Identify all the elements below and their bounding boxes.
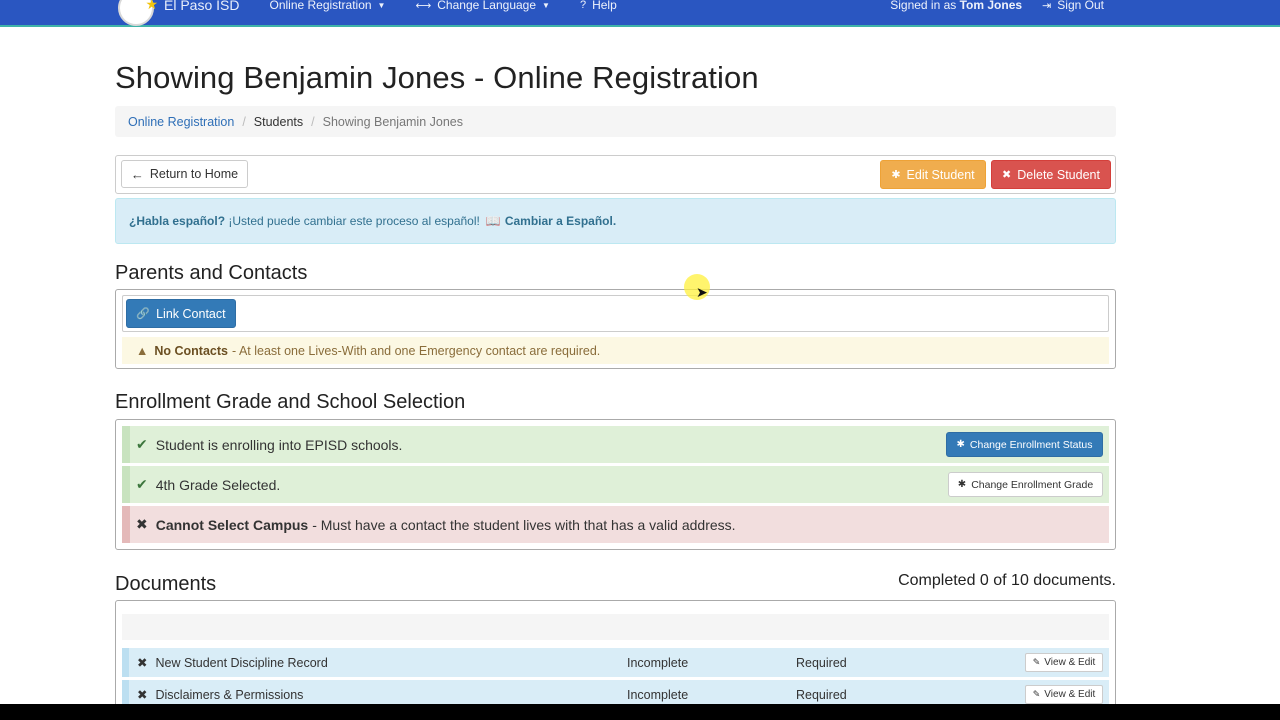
page-title: Showing Benjamin Jones - Online Registra… (115, 60, 759, 95)
gear-icon: ✱ (957, 479, 967, 490)
document-name-cell: ✖ New Student Discipline Record (137, 648, 328, 677)
breadcrumb-separator: / (242, 114, 246, 129)
view-edit-button[interactable]: ✎ View & Edit (1025, 653, 1103, 672)
contacts-panel: 🔗 Link Contact ▲ No Contacts - At least … (115, 289, 1116, 369)
no-contacts-text: - At least one Lives-With and one Emerge… (232, 343, 601, 358)
document-row: ✖ New Student Discipline Record Incomple… (122, 648, 1109, 677)
video-bottom-bar (0, 704, 1280, 720)
language-icon: ⟷ (415, 0, 432, 12)
language-alert-text: ¡Usted puede cambiar este proceso al esp… (228, 214, 480, 228)
arrow-left-icon: ← (130, 166, 144, 182)
sign-out-label: Sign Out (1057, 0, 1104, 12)
warning-icon: ▲ (136, 343, 149, 358)
documents-table-header (122, 614, 1109, 640)
enrollment-status-text: Student is enrolling into EPISD schools. (155, 436, 403, 453)
enrollment-status-row: ✔ Student is enrolling into EPISD school… (122, 426, 1109, 463)
sign-out-icon: ⇥ (1042, 0, 1052, 12)
pencil-icon: ✎ (1032, 657, 1041, 667)
link-icon: 🔗 (136, 308, 151, 320)
documents-heading: Documents (115, 573, 217, 595)
view-edit-label: View & Edit (1044, 689, 1096, 700)
return-home-button[interactable]: ← Return to Home (121, 160, 248, 188)
top-navbar: ★ El Paso ISD Online Registration ▼ ⟷ Ch… (0, 0, 1280, 27)
district-logo: ★ (118, 0, 158, 26)
navbar-right: Signed in as Tom Jones ⇥ Sign Out (870, 0, 1104, 12)
caret-down-icon: ▼ (377, 0, 386, 10)
contacts-actions: 🔗 Link Contact (122, 295, 1109, 332)
enrollment-heading: Enrollment Grade and School Selection (115, 391, 466, 413)
enrollment-grade-row: ✔ 4th Grade Selected. ✱ Change Enrollmen… (122, 466, 1109, 503)
campus-error-row: ✖ Cannot Select Campus - Must have a con… (122, 506, 1109, 543)
gear-icon: ✱ (956, 439, 965, 450)
sign-out-link[interactable]: ⇥ Sign Out (1042, 0, 1104, 12)
breadcrumb-online-registration[interactable]: Online Registration (128, 115, 234, 129)
gear-icon: ✱ (891, 169, 901, 181)
check-icon: ✔ (136, 476, 148, 492)
nav-online-registration-label: Online Registration (269, 0, 372, 12)
nav-help[interactable]: ? Help (580, 0, 617, 12)
documents-panel: ✖ New Student Discipline Record Incomple… (115, 600, 1116, 720)
signed-in-status: Signed in as Tom Jones (890, 0, 1022, 12)
check-icon: ✔ (136, 436, 148, 452)
navbar-inner: ★ El Paso ISD Online Registration ▼ ⟷ Ch… (118, 0, 1104, 26)
document-name: New Student Discipline Record (155, 655, 328, 670)
link-contact-label: Link Contact (156, 306, 226, 321)
close-icon: ✖ (136, 516, 148, 532)
language-alert: ¿Habla español? ¡Usted puede cambiar est… (115, 198, 1116, 244)
campus-error-title: Cannot Select Campus (155, 516, 309, 533)
document-name: Disclaimers & Permissions (155, 687, 304, 702)
no-contacts-title: No Contacts (154, 343, 228, 358)
enrollment-panel: ✔ Student is enrolling into EPISD school… (115, 419, 1116, 550)
enrollment-grade-text: 4th Grade Selected. (155, 476, 281, 493)
breadcrumb-separator: / (311, 114, 315, 129)
close-icon: ✖ (137, 688, 148, 702)
close-icon: ✖ (137, 656, 148, 670)
campus-error-text: - Must have a contact the student lives … (312, 516, 736, 533)
delete-student-label: Delete Student (1017, 167, 1100, 182)
nav-online-registration[interactable]: Online Registration ▼ (269, 0, 385, 12)
change-enrollment-grade-label: Change Enrollment Grade (971, 478, 1094, 491)
mouse-pointer-icon: ➤ (696, 284, 708, 300)
view-edit-button[interactable]: ✎ View & Edit (1025, 685, 1103, 704)
document-requirement: Required (796, 655, 847, 670)
edit-student-label: Edit Student (906, 167, 975, 182)
change-enrollment-status-button[interactable]: ✱ Change Enrollment Status (946, 432, 1103, 457)
document-status: Incomplete (627, 655, 689, 670)
star-icon: ★ (145, 0, 158, 12)
book-icon: 📖 (485, 214, 501, 228)
delete-student-button[interactable]: ✖ Delete Student (991, 160, 1111, 189)
signed-in-prefix: Signed in as (890, 0, 957, 12)
nav-change-language[interactable]: ⟷ Change Language ▼ (415, 0, 549, 12)
link-contact-button[interactable]: 🔗 Link Contact (126, 299, 236, 328)
signed-in-user: Tom Jones (959, 0, 1023, 12)
nav-help-label: Help (592, 0, 617, 12)
help-icon: ? (579, 0, 587, 11)
nav-change-language-label: Change Language (437, 0, 537, 12)
change-enrollment-status-label: Change Enrollment Status (969, 438, 1093, 451)
caret-down-icon: ▼ (542, 0, 550, 10)
language-question: ¿Habla español? (129, 214, 226, 228)
documents-completed-count: Completed 0 of 10 documents. (898, 572, 1116, 589)
brand[interactable]: ★ El Paso ISD (118, 0, 240, 26)
switch-spanish-link[interactable]: Cambiar a Español. (505, 214, 616, 228)
edit-student-button[interactable]: ✱ Edit Student (880, 160, 986, 189)
student-toolbar: ← Return to Home ✱ Edit Student ✖ Delete… (115, 155, 1116, 194)
pencil-icon: ✎ (1032, 689, 1041, 699)
breadcrumb-students[interactable]: Students (254, 115, 303, 129)
change-enrollment-grade-button[interactable]: ✱ Change Enrollment Grade (948, 472, 1103, 497)
close-icon: ✖ (1002, 169, 1012, 181)
breadcrumb: Online Registration / Students / Showing… (115, 106, 1116, 137)
breadcrumb-current: Showing Benjamin Jones (322, 114, 463, 129)
contacts-heading: Parents and Contacts (115, 262, 308, 284)
no-contacts-warning: ▲ No Contacts - At least one Lives-With … (122, 337, 1109, 364)
view-edit-label: View & Edit (1044, 657, 1096, 668)
brand-name: El Paso ISD (164, 0, 240, 13)
return-home-label: Return to Home (149, 167, 239, 181)
